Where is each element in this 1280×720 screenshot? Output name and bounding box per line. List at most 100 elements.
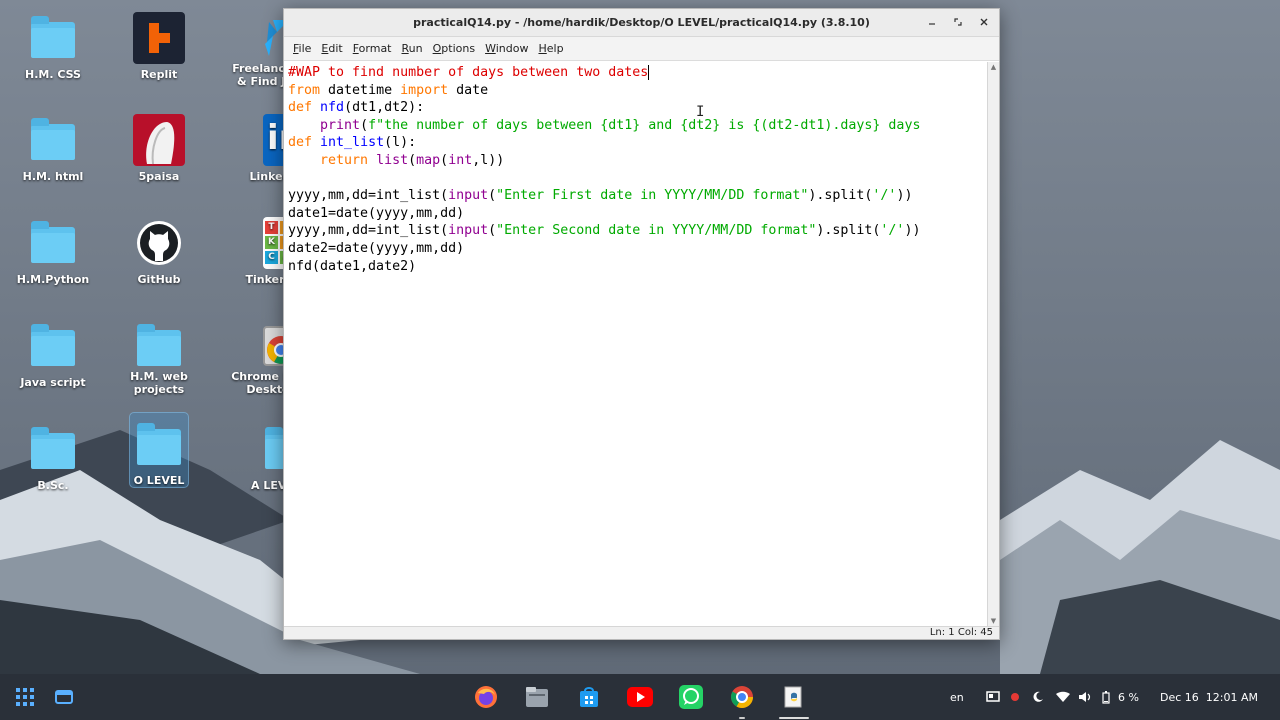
desktop-icon-label: H.M. html (22, 170, 84, 183)
desktop-icon-github[interactable]: GitHub (109, 215, 209, 293)
code-line-1: #WAP to find number of days between two … (288, 64, 650, 80)
menu-options[interactable]: Options (428, 42, 480, 55)
grid-icon (16, 688, 34, 706)
taskbar-firefox[interactable] (472, 683, 500, 711)
app-launcher-button[interactable] (11, 683, 39, 711)
desktop-icon-o-level[interactable]: O LEVEL (129, 412, 189, 488)
text-caret (648, 64, 650, 80)
maximize-icon (954, 18, 962, 26)
desktop-icon-hm-web-projects[interactable]: H.M. web projects (109, 318, 209, 396)
date-time: Dec 16 12:01 AM (1160, 690, 1258, 704)
code-line-2: from datetime import date (288, 82, 489, 98)
code-line-6: return list(map(int,l)) (320, 152, 505, 168)
code-line-5: def int_list(l): (288, 135, 417, 151)
window-icon (55, 690, 73, 704)
file-manager-icon (526, 687, 548, 707)
replit-icon (133, 12, 185, 64)
desktop-icon-label: O LEVEL (133, 474, 185, 487)
system-tray: en (950, 674, 964, 720)
screen-cast-icon[interactable] (986, 691, 1000, 703)
desktop-icon-label: Replit (140, 68, 178, 81)
chrome-icon (731, 686, 753, 708)
menu-edit[interactable]: Edit (316, 42, 347, 55)
desktop-icon-label: B.Sc. (37, 479, 69, 492)
folder-icon (133, 320, 185, 366)
code-line-8: yyyy,mm,dd=int_list(input("Enter First d… (288, 188, 913, 204)
code-line-10: yyyy,mm,dd=int_list(input("Enter Second … (288, 223, 921, 239)
python-idle-icon (784, 686, 802, 708)
battery-icon[interactable] (1102, 690, 1110, 704)
scroll-up-icon[interactable]: ▲ (988, 62, 999, 72)
keyboard-language[interactable]: en (950, 691, 964, 704)
folder-icon (133, 419, 185, 470)
close-button[interactable] (975, 13, 993, 31)
youtube-icon (627, 687, 653, 707)
taskbar-software-store[interactable] (575, 683, 603, 711)
tinkercad-letter: C (265, 251, 278, 264)
window-titlebar[interactable]: practicalQ14.py - /home/hardik/Desktop/O… (284, 9, 999, 37)
menu-window[interactable]: Window (480, 42, 533, 55)
desktop-icon-5paisa[interactable]: 5paisa (109, 112, 209, 190)
menubar: File Edit Format Run Options Window Help (284, 37, 999, 61)
taskbar-python-idle[interactable] (779, 683, 809, 719)
clock[interactable]: Dec 16 12:01 AM (1160, 674, 1258, 720)
show-desktop-button[interactable] (50, 683, 78, 711)
taskbar-youtube[interactable] (626, 683, 654, 711)
taskbar-chrome[interactable] (728, 683, 756, 719)
battery-percent: 6 % (1118, 690, 1139, 704)
idle-editor-window[interactable]: practicalQ14.py - /home/hardik/Desktop/O… (283, 8, 1000, 640)
desktop-icon-label: Java script (20, 376, 86, 389)
desktop-icon-hm-css[interactable]: H.M. CSS (3, 10, 103, 88)
folder-icon (27, 423, 79, 475)
code-line-9: date1=date(yyyy,mm,dd) (288, 205, 465, 221)
minimize-button[interactable] (923, 13, 941, 31)
volume-icon[interactable] (1078, 691, 1092, 703)
mouse-ibeam-cursor-icon: I (696, 104, 705, 120)
vertical-scrollbar[interactable]: ▲ ▼ (987, 62, 999, 628)
code-line-3: def nfd(dt1,dt2): (288, 100, 425, 116)
scroll-down-icon[interactable]: ▼ (988, 616, 999, 626)
taskbar: en 6 % Dec 16 12:01 AM (0, 674, 1280, 720)
code-editor[interactable]: #WAP to find number of days between two … (284, 62, 989, 628)
minimize-icon (929, 23, 935, 25)
menu-file[interactable]: File (288, 42, 316, 55)
code-line-4: print(f"the number of days between {dt1}… (320, 117, 921, 133)
folder-icon (27, 114, 79, 166)
folder-icon (27, 217, 79, 269)
5paisa-icon (133, 114, 185, 166)
whatsapp-icon (679, 685, 703, 709)
wifi-icon[interactable] (1056, 691, 1070, 703)
tinkercad-letter: T (265, 221, 278, 234)
tray-icons: 6 % (986, 674, 1139, 720)
firefox-icon (475, 686, 497, 708)
menu-help[interactable]: Help (533, 42, 568, 55)
window-title: practicalQ14.py - /home/hardik/Desktop/O… (413, 16, 870, 29)
menu-format[interactable]: Format (348, 42, 397, 55)
desktop-icon-bsc[interactable]: B.Sc. (3, 421, 103, 499)
desktop-icon-label: GitHub (137, 273, 181, 286)
tinkercad-letter: K (265, 236, 278, 249)
folder-icon (27, 12, 79, 64)
desktop-icon-hm-python[interactable]: H.M.Python (3, 215, 103, 293)
menu-run[interactable]: Run (397, 42, 428, 55)
cursor-position: Ln: 1 Col: 45 (929, 627, 993, 638)
taskbar-files[interactable] (523, 683, 551, 711)
desktop-icon-label: 5paisa (138, 170, 180, 183)
taskbar-whatsapp[interactable] (677, 683, 705, 711)
desktop-icon-hm-html[interactable]: H.M. html (3, 112, 103, 190)
desktop-icon-label: H.M.Python (16, 273, 90, 286)
status-bar: Ln: 1 Col: 45 (284, 626, 999, 639)
desktop-icon-label: H.M. web projects (130, 370, 188, 396)
close-icon (980, 18, 988, 26)
desktop-icon-label: H.M. CSS (25, 68, 81, 81)
store-icon (580, 687, 598, 707)
desktop-icon-replit[interactable]: Replit (109, 10, 209, 88)
code-line-11: date2=date(yyyy,mm,dd) (288, 240, 465, 256)
maximize-button[interactable] (949, 13, 967, 31)
folder-icon (27, 320, 79, 372)
night-light-icon[interactable] (1032, 691, 1044, 703)
desktop-icon-java-script[interactable]: Java script (3, 318, 103, 396)
github-icon (133, 217, 185, 269)
recording-indicator-icon[interactable] (1010, 692, 1020, 702)
